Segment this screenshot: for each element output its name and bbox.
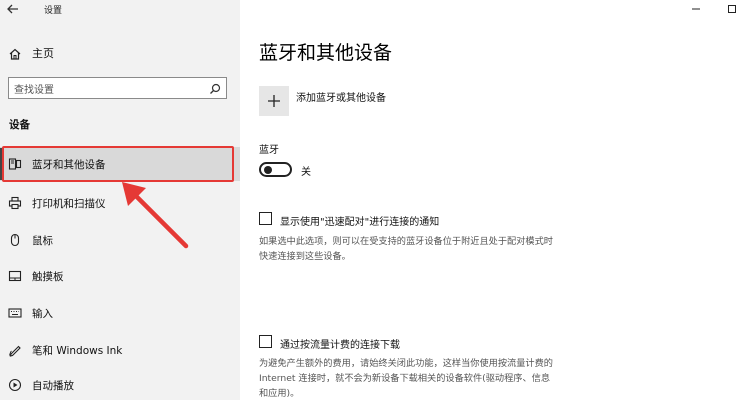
description-line: 快速连接到这些设备。	[259, 251, 351, 262]
sidebar-item-label: 笔和 Windows Ink	[32, 344, 123, 357]
bluetooth-state-label: 关	[301, 167, 311, 178]
sidebar-item-autoplay[interactable]: 自动播放	[0, 368, 240, 400]
pen-icon	[8, 343, 22, 357]
description-line: Internet 连接时，就不会为新设备下载相关的设备软件(驱动程序、信息	[259, 373, 551, 384]
active-indicator	[0, 148, 3, 180]
sidebar-item-label: 打印机和扫描仪	[32, 197, 106, 210]
search-box[interactable]	[8, 77, 227, 101]
page-title: 蓝牙和其他设备	[259, 42, 393, 64]
window-controls	[678, 0, 750, 18]
metered-download-checkbox[interactable]	[259, 335, 272, 348]
metered-download-description: 为避免产生额外的费用，请始终关闭此功能，这样当你使用按流量计费的 Interne…	[259, 356, 619, 400]
touchpad-icon	[8, 269, 22, 283]
sidebar-item-touchpad[interactable]: 触摸板	[0, 259, 240, 293]
sidebar-item-label: 自动播放	[32, 379, 74, 392]
section-title-devices: 设备	[9, 119, 30, 131]
sidebar: 设置 主页 设备 蓝牙和其他设备 打印机和扫描仪 鼠标	[0, 0, 240, 400]
description-line: 为避免产生额外的费用，请始终关闭此功能，这样当你使用按流量计费的	[259, 358, 553, 369]
bluetooth-devices-icon	[8, 157, 22, 171]
toggle-knob	[264, 166, 272, 174]
sidebar-item-label: 鼠标	[32, 234, 53, 247]
sidebar-item-home[interactable]: 主页	[8, 44, 54, 62]
sidebar-item-label: 输入	[32, 307, 53, 320]
bluetooth-toggle[interactable]	[259, 162, 292, 177]
autoplay-icon	[8, 378, 22, 392]
add-device-label[interactable]: 添加蓝牙或其他设备	[296, 89, 386, 104]
plus-icon	[268, 95, 280, 107]
search-input[interactable]	[9, 80, 199, 101]
description-line: 如果选中此选项，则可以在受支持的蓝牙设备位于附近且处于配对模式时	[259, 236, 553, 247]
description-line: 和应用)。	[259, 388, 300, 399]
home-label: 主页	[32, 47, 54, 60]
home-icon	[8, 46, 22, 60]
keyboard-icon	[8, 306, 22, 320]
add-device-button[interactable]	[259, 86, 289, 116]
swift-pair-label[interactable]: 显示使用"迅速配对"进行连接的通知	[280, 213, 439, 228]
sidebar-item-bluetooth[interactable]: 蓝牙和其他设备	[0, 147, 240, 181]
minimize-button[interactable]	[678, 0, 714, 18]
mouse-icon	[8, 233, 22, 247]
maximize-button[interactable]	[714, 0, 750, 18]
back-arrow-icon[interactable]	[6, 2, 24, 18]
metered-download-label[interactable]: 通过按流量计费的连接下载	[280, 336, 400, 351]
sidebar-item-pen[interactable]: 笔和 Windows Ink	[0, 333, 240, 367]
main-content: 蓝牙和其他设备 添加蓝牙或其他设备 蓝牙 关 显示使用"迅速配对"进行连接的通知…	[240, 0, 750, 400]
sidebar-item-label: 触摸板	[32, 270, 64, 283]
swift-pair-description: 如果选中此选项，则可以在受支持的蓝牙设备位于附近且处于配对模式时 快速连接到这些…	[259, 234, 619, 264]
annotation-arrow-icon	[122, 182, 189, 249]
swift-pair-checkbox[interactable]	[259, 212, 272, 225]
window-title: 设置	[44, 6, 63, 16]
sidebar-item-typing[interactable]: 输入	[0, 296, 240, 330]
bluetooth-label: 蓝牙	[259, 145, 279, 156]
printer-icon	[8, 196, 22, 210]
search-icon[interactable]	[208, 81, 222, 95]
sidebar-item-label: 蓝牙和其他设备	[32, 158, 106, 171]
